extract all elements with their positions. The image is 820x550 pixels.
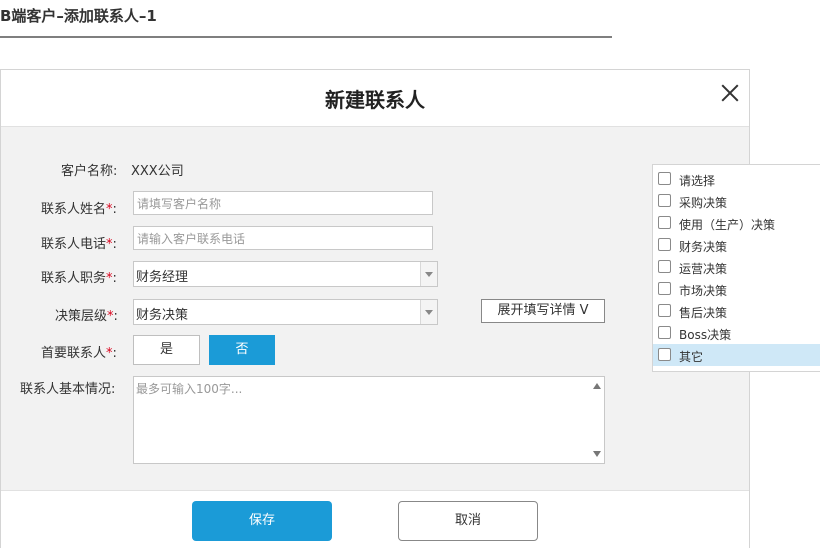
scroll-up-icon[interactable] [593, 383, 601, 389]
checkbox[interactable] [658, 194, 671, 207]
contact-name-input[interactable]: 请填写客户名称 [133, 191, 433, 215]
contact-phone-label: 联系人电话*: [41, 237, 117, 252]
checkbox[interactable] [658, 216, 671, 229]
basic-info-textarea[interactable]: 最多可输入100字... [133, 376, 605, 464]
dialog-header: 新建联系人 [1, 70, 749, 127]
scroll-down-icon[interactable] [593, 451, 601, 457]
contact-position-value: 财务经理 [136, 270, 189, 285]
decision-level-label: 决策层级*: [55, 309, 118, 324]
chevron-down-icon[interactable] [420, 300, 437, 324]
primary-no-button[interactable]: 否 [209, 335, 275, 365]
cancel-button[interactable]: 取消 [398, 501, 538, 541]
page-title: B端客户–添加联系人–1 [0, 7, 157, 25]
checkbox[interactable] [658, 172, 671, 185]
chevron-down-icon[interactable] [420, 262, 437, 286]
dialog-footer [1, 490, 749, 548]
dropdown-option[interactable]: 财务决策 [653, 234, 820, 256]
dropdown-option[interactable]: 采购决策 [653, 190, 820, 212]
expand-details-button[interactable]: 展开填写详情 V [481, 299, 605, 323]
customer-name-label: 客户名称: [61, 164, 118, 179]
new-contact-dialog: 新建联系人 客户名称: XXX公司 联系人姓名*: 请填写客户名称 联系人电话*… [0, 69, 750, 548]
checkbox[interactable] [658, 348, 671, 361]
decision-level-select[interactable]: 财务决策 [133, 299, 438, 325]
primary-yes-button[interactable]: 是 [133, 335, 200, 365]
checkbox[interactable] [658, 304, 671, 317]
dropdown-option-highlighted[interactable]: 其它 [653, 344, 820, 366]
checkbox[interactable] [658, 260, 671, 273]
checkbox[interactable] [658, 326, 671, 339]
decision-options-dropdown: 请选择 采购决策 使用（生产）决策 财务决策 运营决策 市场决策 售后决策 Bo… [652, 164, 820, 372]
contact-name-label: 联系人姓名*: [41, 202, 117, 217]
save-button[interactable]: 保存 [192, 501, 332, 541]
title-divider [0, 36, 612, 38]
primary-contact-label: 首要联系人*: [41, 346, 117, 361]
checkbox[interactable] [658, 282, 671, 295]
dropdown-option[interactable]: 运营决策 [653, 256, 820, 278]
dropdown-option[interactable]: 请选择 [653, 168, 820, 190]
customer-name-value: XXX公司 [131, 164, 184, 179]
basic-info-label: 联系人基本情况: [20, 382, 116, 397]
close-icon[interactable] [719, 82, 741, 104]
basic-info-placeholder: 最多可输入100字... [136, 382, 243, 396]
contact-position-select[interactable]: 财务经理 [133, 261, 438, 287]
dropdown-option[interactable]: 售后决策 [653, 300, 820, 322]
dialog-title: 新建联系人 [325, 88, 425, 112]
decision-level-value: 财务决策 [136, 308, 189, 323]
dropdown-option[interactable]: 使用（生产）决策 [653, 212, 820, 234]
checkbox[interactable] [658, 238, 671, 251]
dropdown-option[interactable]: 市场决策 [653, 278, 820, 300]
contact-phone-input[interactable]: 请输入客户联系电话 [133, 226, 433, 250]
dropdown-option[interactable]: Boss决策 [653, 322, 820, 344]
contact-position-label: 联系人职务*: [41, 271, 117, 286]
